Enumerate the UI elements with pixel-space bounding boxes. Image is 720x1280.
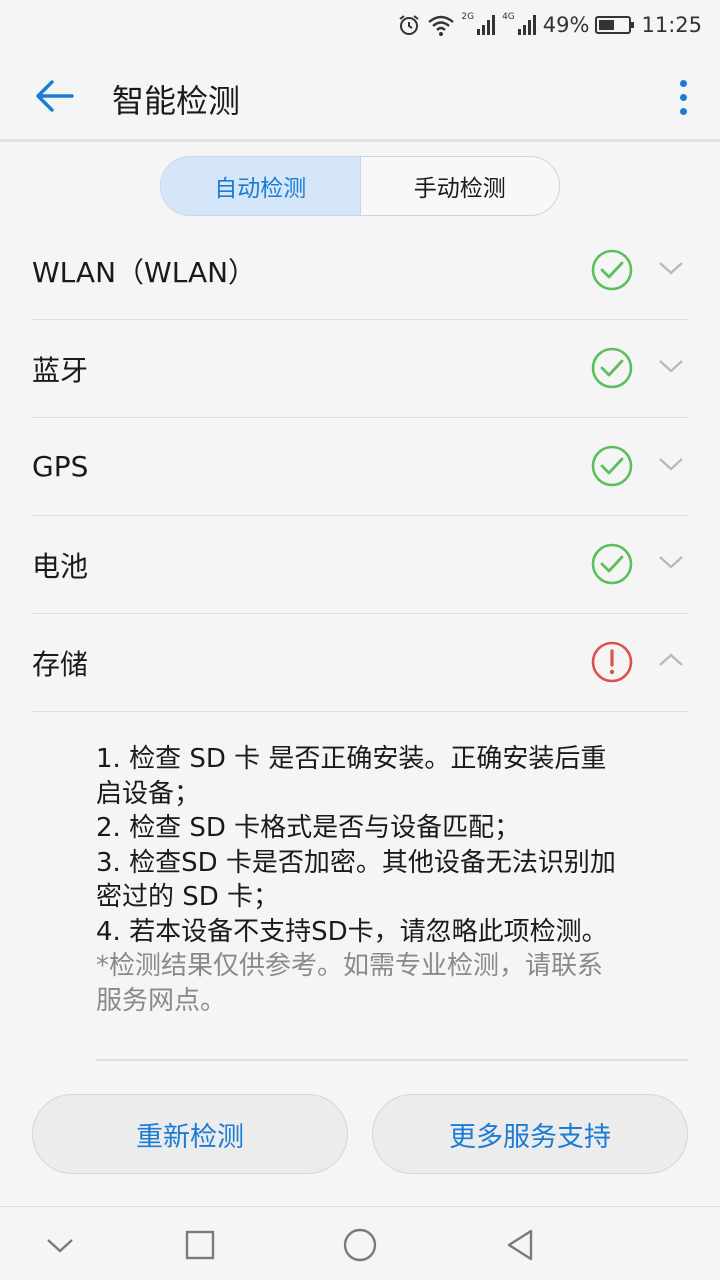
chevron-up-icon[interactable] (658, 652, 684, 668)
more-support-button[interactable]: 更多服务支持 (372, 1094, 688, 1174)
status-bar: 2G 4G 49% 11:25 (0, 0, 720, 50)
recheck-button[interactable]: 重新检测 (32, 1094, 348, 1174)
tab-auto-detect[interactable]: 自动检测 (161, 157, 361, 215)
wifi-icon (427, 13, 455, 37)
chevron-down-icon[interactable] (658, 358, 684, 374)
detail-line: 4. 若本设备不支持SD卡，请忽略此项检测。 (96, 916, 608, 947)
check-label: 蓝牙 (32, 353, 89, 387)
back-button[interactable] (28, 72, 80, 120)
battery-icon (595, 15, 635, 35)
chevron-down-icon[interactable] (658, 260, 684, 276)
status-icons: 2G 4G 49% 11:25 (397, 8, 702, 42)
detail-line: 1. 检查 SD 卡 是否正确安装。正确安装后重 (96, 744, 607, 774)
disclaimer-note: *检测结果仅供参考。如需专业检测，请联系 (96, 951, 604, 981)
detection-mode-tabs: 自动检测 手动检测 (160, 156, 560, 216)
nav-hide-button[interactable] (40, 1225, 80, 1265)
clock: 11:25 (641, 13, 702, 37)
page-title: 智能检测 (112, 82, 241, 120)
alert-circle-icon (591, 641, 633, 683)
check-row-wlan[interactable]: WLAN（WLAN） (32, 222, 688, 320)
detail-line: 密过的 SD 卡； (96, 882, 280, 912)
chevron-down-icon[interactable] (658, 456, 684, 472)
divider (96, 1059, 688, 1061)
more-options-button[interactable] (670, 74, 696, 120)
square-icon (185, 1230, 215, 1260)
nav-recents-button[interactable] (180, 1225, 220, 1265)
check-row-gps[interactable]: GPS (32, 418, 688, 516)
disclaimer-note: 服务网点。 (96, 985, 227, 1016)
nav-home-button[interactable] (340, 1225, 380, 1265)
check-circle-icon (591, 249, 633, 291)
chevron-down-icon (47, 1239, 73, 1253)
nav-back-button[interactable] (500, 1225, 540, 1265)
check-row-bluetooth[interactable]: 蓝牙 (32, 320, 688, 418)
storage-details: 1. 检查 SD 卡 是否正确安装。正确安装后重 启设备； 2. 检查 SD 卡… (96, 742, 688, 1018)
battery-percent: 49% (542, 13, 590, 37)
check-label: GPS (32, 450, 89, 483)
detail-line: 2. 检查 SD 卡格式是否与设备匹配； (96, 813, 521, 843)
alarm-icon (397, 13, 421, 37)
check-list: WLAN（WLAN） 蓝牙 GPS 电池 存储 (32, 222, 688, 712)
check-circle-icon (591, 347, 633, 389)
check-label: WLAN（WLAN） (32, 255, 257, 289)
network-label-4g: 4G (502, 12, 515, 22)
circle-icon (343, 1228, 377, 1262)
signal-icon (517, 14, 537, 36)
check-circle-icon (591, 543, 633, 585)
check-label: 电池 (32, 549, 89, 583)
detail-line: 3. 检查SD 卡是否加密。其他设备无法识别加 (96, 847, 616, 878)
check-row-battery[interactable]: 电池 (32, 516, 688, 614)
chevron-down-icon[interactable] (658, 554, 684, 570)
network-label-2g: 2G (461, 12, 475, 22)
tab-manual-detect[interactable]: 手动检测 (361, 157, 560, 215)
app-bar: 智能检测 (0, 50, 720, 142)
signal-icon (476, 14, 496, 36)
check-row-storage[interactable]: 存储 (32, 614, 688, 712)
triangle-back-icon (507, 1229, 533, 1261)
arrow-left-icon (36, 80, 74, 112)
check-label: 存储 (32, 647, 89, 681)
detail-line: 启设备； (96, 778, 201, 809)
navigation-bar (0, 1206, 720, 1280)
more-vertical-icon (679, 79, 687, 87)
check-circle-icon (591, 445, 633, 487)
